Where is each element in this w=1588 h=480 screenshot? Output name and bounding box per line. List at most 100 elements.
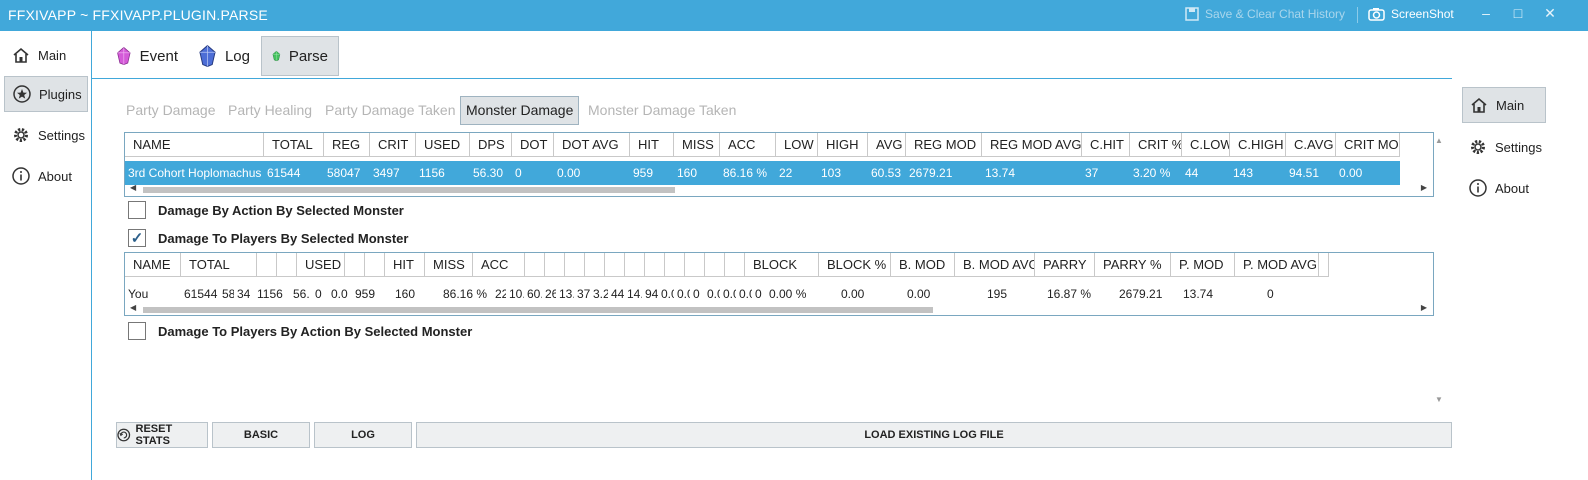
tab-parse[interactable]: Parse <box>261 36 339 76</box>
table-cell: 86.16 % <box>723 166 768 180</box>
check-damage-by-action[interactable]: Damage By Action By Selected Monster <box>128 201 404 219</box>
monster-grid-hscroll[interactable]: ◀ ▶ <box>125 183 1433 195</box>
table-cell: 16.87 % <box>1047 287 1092 301</box>
checkmark-icon[interactable]: ✓ <box>128 229 146 247</box>
column-header <box>1319 253 1329 277</box>
column-header: P. MOD <box>1171 253 1235 277</box>
table-cell: 3497 <box>373 166 400 180</box>
table-cell: 0.0 <box>739 287 752 301</box>
column-header: HIT <box>385 253 425 277</box>
title-bar: FFXIVAPP ~ FFXIVAPP.PLUGIN.PARSE Save & … <box>0 0 1588 31</box>
pink-crystal-icon <box>117 46 131 66</box>
scroll-right-icon[interactable]: ▶ <box>1421 183 1427 192</box>
tab-event[interactable]: Event <box>106 36 188 76</box>
column-header: TOTAL <box>181 253 257 277</box>
nav-item-plugins[interactable]: Plugins <box>4 76 88 112</box>
column-header: LOW <box>776 133 818 157</box>
column-header: DPS <box>470 133 512 157</box>
column-header <box>585 253 605 277</box>
scroll-right-icon[interactable]: ▶ <box>1421 303 1427 312</box>
table-cell: 56. <box>293 287 310 301</box>
column-header: CRIT MOD <box>1336 133 1400 157</box>
table-cell: 37 <box>1085 166 1099 180</box>
table-cell: 61544 <box>267 166 301 180</box>
screenshot-button[interactable]: ScreenShot <box>1368 7 1454 21</box>
table-cell: 0 <box>515 166 522 180</box>
check-damage-to-players-by-action[interactable]: Damage To Players By Action By Selected … <box>128 322 472 340</box>
nav-item-settings[interactable]: Settings <box>4 117 88 153</box>
scroll-left-icon[interactable]: ◀ <box>130 183 136 192</box>
check-label: Damage By Action By Selected Monster <box>158 202 404 218</box>
table-cell: 61544 <box>184 287 218 301</box>
scroll-down-icon[interactable]: ▼ <box>1435 395 1443 404</box>
rnav-item-main[interactable]: Main <box>1462 87 1546 123</box>
tab-event-label: Event <box>139 47 178 65</box>
blue-crystal-icon <box>199 44 216 67</box>
column-header: BLOCK <box>745 253 819 277</box>
column-header <box>625 253 645 277</box>
camera-icon <box>1368 8 1385 21</box>
column-header: ACC <box>720 133 776 157</box>
subtab-monster-damage-taken[interactable]: Monster Damage Taken <box>583 96 741 125</box>
subtab-party-damage[interactable]: Party Damage <box>121 96 220 125</box>
scroll-left-icon[interactable]: ◀ <box>130 303 136 312</box>
table-cell: 103 <box>821 166 842 180</box>
table-cell: 13.74 <box>985 166 1016 180</box>
table-cell: 44 <box>1185 166 1199 180</box>
check-damage-to-players[interactable]: ✓ Damage To Players By Selected Monster <box>128 229 408 247</box>
rnav-item-about[interactable]: About <box>1462 170 1546 206</box>
left-nav: Main Plugins Settings About <box>0 31 92 480</box>
tab-log[interactable]: Log <box>188 36 260 76</box>
load-log-file-button[interactable]: LOAD EXISTING LOG FILE <box>416 422 1452 448</box>
tab-parse-label: Parse <box>288 47 328 65</box>
table-cell: 0 <box>1267 287 1274 301</box>
subtab-monster-damage[interactable]: Monster Damage <box>460 96 580 125</box>
table-cell: 34 <box>237 287 251 301</box>
column-header: PARRY % <box>1095 253 1171 277</box>
table-cell: 2679.21 <box>909 166 953 180</box>
table-cell: 0.0 <box>661 287 674 301</box>
nav-item-main[interactable]: Main <box>4 37 88 73</box>
rnav-label-about: About <box>1495 180 1529 196</box>
column-header <box>645 253 665 277</box>
rnav-label-main: Main <box>1496 97 1525 113</box>
checkbox-box[interactable] <box>128 322 146 340</box>
players-grid-hscroll[interactable]: ◀ ▶ <box>125 303 1433 315</box>
checkbox-box[interactable] <box>128 201 146 219</box>
table-cell: 0.00 <box>907 287 931 301</box>
subtab-party-damage-taken[interactable]: Party Damage Taken <box>320 96 460 125</box>
nav-item-about[interactable]: About <box>4 158 88 194</box>
rnav-item-settings[interactable]: Settings <box>1462 129 1546 165</box>
table-cell: 3rd Cohort Hoplomachus <box>128 166 262 180</box>
column-header: USED <box>416 133 470 157</box>
basic-button[interactable]: BASIC <box>212 422 310 448</box>
close-button[interactable]: ✕ <box>1540 5 1560 22</box>
table-cell: 959 <box>633 166 654 180</box>
table-cell: 0.00 <box>1339 166 1363 180</box>
table-cell: 22 <box>779 166 793 180</box>
column-header <box>605 253 625 277</box>
save-clear-chat-button[interactable]: Save & Clear Chat History <box>1185 7 1345 21</box>
table-cell: 10. <box>509 287 524 301</box>
scroll-up-icon[interactable]: ▲ <box>1435 136 1443 145</box>
subtab-party-healing[interactable]: Party Healing <box>223 96 317 125</box>
grid-header: NAME TOTAL REG CRIT USED DPS DOT DOT AVG HIT MISS… <box>125 133 1400 157</box>
table-cell: 959 <box>355 287 376 301</box>
tabs-divider <box>92 78 1452 79</box>
table-cell: 14. <box>627 287 642 301</box>
column-header: DOT <box>512 133 554 157</box>
table-row[interactable]: You615445834115656.00.095916086.16 %2210… <box>125 282 1274 306</box>
reset-stats-button[interactable]: RESET STATS <box>116 422 208 448</box>
grid-header: NAME TOTAL USED HIT MISS ACC BLOCK BLOCK % B. MO… <box>125 253 1329 277</box>
scroll-thumb[interactable] <box>143 307 933 313</box>
check-label: Damage To Players By Selected Monster <box>158 230 409 246</box>
column-header: C.LOW <box>1182 133 1230 157</box>
column-header: C.HIT <box>1082 133 1130 157</box>
log-button[interactable]: LOG <box>314 422 412 448</box>
scroll-thumb[interactable] <box>143 187 675 193</box>
save-icon <box>1185 7 1199 21</box>
table-row[interactable]: 3rd Cohort Hoplomachus 61544 58047 3497 1156… <box>125 161 1400 185</box>
minimize-button[interactable]: – <box>1476 5 1496 21</box>
column-header <box>277 253 297 277</box>
maximize-button[interactable]: □ <box>1508 5 1528 21</box>
